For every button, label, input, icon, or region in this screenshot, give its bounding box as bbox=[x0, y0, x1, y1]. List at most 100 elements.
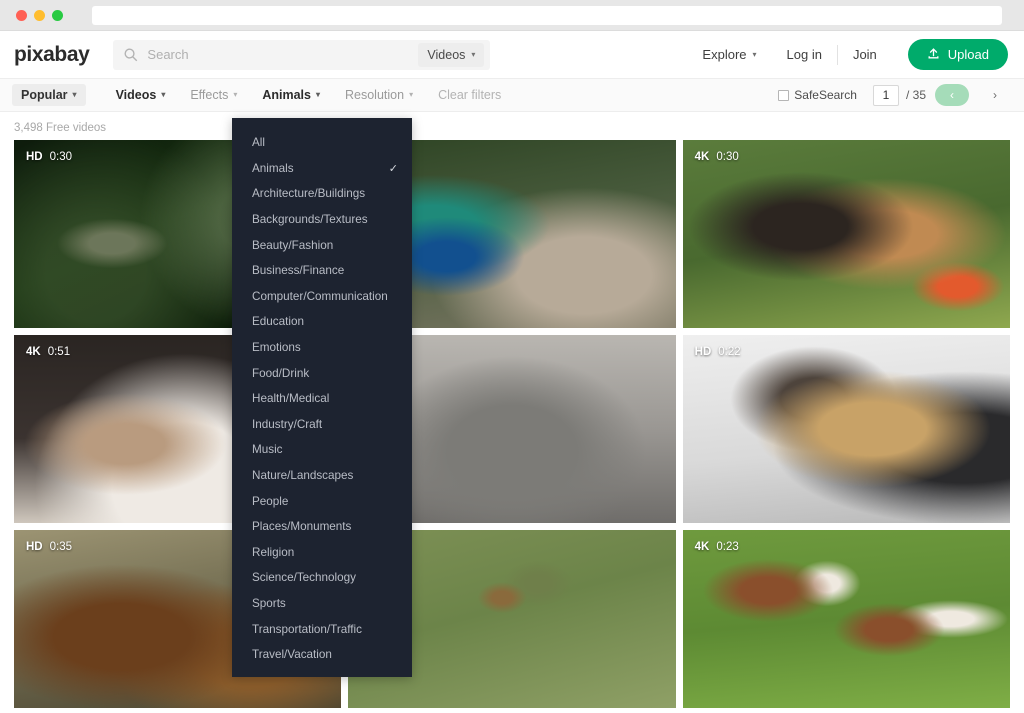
category-item-label: Science/Technology bbox=[252, 571, 356, 585]
upload-icon bbox=[927, 47, 940, 63]
chevron-left-icon: ‹ bbox=[950, 88, 954, 102]
grid-column-3: 4K 0:30 HD 0:22 4K 0:23 bbox=[682, 140, 1010, 708]
explore-label: Explore bbox=[702, 47, 747, 62]
join-link[interactable]: Join bbox=[838, 47, 892, 62]
filter-effects[interactable]: Effects ▾ bbox=[190, 88, 237, 102]
maximize-window-button[interactable] bbox=[52, 9, 63, 21]
category-item-label: Emotions bbox=[252, 341, 301, 355]
search-bar[interactable]: Videos ▾ bbox=[113, 39, 491, 70]
pixabay-logo[interactable]: pixabay bbox=[14, 43, 90, 67]
chevron-down-icon: ▾ bbox=[471, 49, 476, 59]
category-item-education[interactable]: Education bbox=[232, 309, 412, 335]
category-item-label: All bbox=[252, 136, 265, 150]
search-icon bbox=[123, 47, 138, 62]
category-item-label: Backgrounds/Textures bbox=[252, 213, 368, 227]
minimize-window-button[interactable] bbox=[34, 9, 45, 21]
filter-resolution-label: Resolution bbox=[345, 88, 405, 102]
filter-videos-label: Videos bbox=[115, 88, 157, 102]
video-card-dog-desk[interactable]: HD 0:22 bbox=[682, 335, 1010, 523]
category-item-label: Travel/Vacation bbox=[252, 648, 332, 662]
clear-filters-button[interactable]: Clear filters bbox=[438, 88, 501, 102]
filter-effects-label: Effects bbox=[190, 88, 229, 102]
window-controls[interactable] bbox=[10, 9, 63, 21]
category-item-label: Transportation/Traffic bbox=[252, 622, 362, 636]
category-item-architecture-buildings[interactable]: Architecture/Buildings bbox=[232, 181, 412, 207]
search-type-dropdown[interactable]: Videos ▾ bbox=[418, 42, 485, 67]
category-item-label: Nature/Landscapes bbox=[252, 469, 354, 483]
filter-videos[interactable]: Videos ▾ bbox=[116, 88, 166, 102]
category-item-places-monuments[interactable]: Places/Monuments bbox=[232, 514, 412, 540]
filter-popular-label: Popular bbox=[21, 88, 68, 102]
category-item-label: Places/Monuments bbox=[252, 520, 352, 534]
category-item-label: Architecture/Buildings bbox=[252, 187, 366, 201]
filter-animals[interactable]: Animals ▾ bbox=[262, 88, 320, 102]
video-card-cows[interactable]: 4K 0:23 bbox=[682, 530, 1010, 708]
check-icon: ✓ bbox=[388, 162, 398, 175]
video-card-puppies[interactable]: 4K 0:30 bbox=[682, 140, 1010, 328]
category-item-all[interactable]: All bbox=[232, 130, 412, 156]
category-item-label: Computer/Communication bbox=[252, 289, 388, 303]
results-count: 3,498 Free videos bbox=[14, 122, 107, 134]
category-item-science-technology[interactable]: Science/Technology bbox=[232, 565, 412, 591]
chevron-down-icon: ▾ bbox=[315, 90, 320, 99]
header-actions: Explore ▾ Log in Join Upload bbox=[687, 39, 1008, 70]
video-thumbnail bbox=[682, 140, 1010, 328]
previous-page-button[interactable]: ‹ bbox=[935, 84, 969, 106]
filter-popular[interactable]: Popular ▾ bbox=[12, 84, 86, 106]
category-item-religion[interactable]: Religion bbox=[232, 540, 412, 566]
category-item-people[interactable]: People bbox=[232, 488, 412, 514]
upload-button[interactable]: Upload bbox=[907, 39, 1008, 70]
chevron-down-icon: ▾ bbox=[409, 90, 414, 99]
chevron-down-icon: ▾ bbox=[233, 90, 238, 99]
total-pages-label: / 35 bbox=[905, 88, 926, 102]
category-item-label: Music bbox=[252, 443, 283, 457]
video-thumbnail bbox=[682, 335, 1010, 523]
category-item-label: Education bbox=[252, 315, 304, 329]
category-item-music[interactable]: Music bbox=[232, 437, 412, 463]
page-number-input[interactable] bbox=[872, 84, 899, 106]
category-item-computer-communication[interactable]: Computer/Communication bbox=[232, 284, 412, 310]
filter-resolution[interactable]: Resolution ▾ bbox=[345, 88, 413, 102]
chevron-down-icon: ▾ bbox=[752, 49, 757, 59]
video-results-grid: HD 0:30 4K 0:51 HD 0:35 4K 0:30 HD 0:22 … bbox=[0, 140, 1024, 708]
category-item-industry-craft[interactable]: Industry/Craft bbox=[232, 412, 412, 438]
close-window-button[interactable] bbox=[16, 9, 27, 21]
category-item-label: Business/Finance bbox=[252, 264, 345, 278]
search-input[interactable] bbox=[138, 47, 419, 62]
category-item-health-medical[interactable]: Health/Medical bbox=[232, 386, 412, 412]
category-item-label: Beauty/Fashion bbox=[252, 238, 334, 252]
site-header: pixabay Videos ▾ Explore ▾ Log in Join U bbox=[0, 31, 1024, 79]
category-item-sports[interactable]: Sports bbox=[232, 591, 412, 617]
category-item-label: Health/Medical bbox=[252, 392, 330, 406]
explore-menu[interactable]: Explore ▾ bbox=[687, 47, 771, 62]
address-bar[interactable] bbox=[92, 5, 1002, 25]
category-dropdown-menu[interactable]: All Animals ✓ Architecture/Buildings Backgro… bbox=[232, 118, 412, 678]
category-item-transportation-traffic[interactable]: Transportation/Traffic bbox=[232, 616, 412, 642]
category-item-business-finance[interactable]: Business/Finance bbox=[232, 258, 412, 284]
category-item-label: Animals bbox=[252, 161, 294, 175]
next-page-button[interactable]: › bbox=[978, 84, 1012, 106]
category-item-nature-landscapes[interactable]: Nature/Landscapes bbox=[232, 463, 412, 489]
category-item-animals[interactable]: Animals ✓ bbox=[232, 156, 412, 182]
pagination-controls: SafeSearch / 35 ‹ › bbox=[778, 84, 1012, 106]
chevron-down-icon: ▾ bbox=[72, 90, 77, 99]
video-thumbnail bbox=[682, 530, 1010, 708]
login-link[interactable]: Log in bbox=[772, 47, 837, 62]
category-item-label: Sports bbox=[252, 596, 286, 610]
filter-bar: Popular ▾ Videos ▾ Effects ▾ Animals ▾ R… bbox=[0, 79, 1024, 112]
category-item-food-drink[interactable]: Food/Drink bbox=[232, 360, 412, 386]
search-type-label: Videos bbox=[427, 47, 466, 62]
safesearch-checkbox[interactable] bbox=[778, 89, 790, 101]
category-item-emotions[interactable]: Emotions bbox=[232, 335, 412, 361]
category-item-label: Religion bbox=[252, 545, 295, 559]
category-item-travel-vacation[interactable]: Travel/Vacation bbox=[232, 642, 412, 668]
category-item-beauty-fashion[interactable]: Beauty/Fashion bbox=[232, 232, 412, 258]
chevron-down-icon: ▾ bbox=[161, 90, 166, 99]
chevron-right-icon: › bbox=[993, 88, 997, 102]
category-item-label: Industry/Craft bbox=[252, 417, 323, 431]
browser-chrome bbox=[0, 0, 1024, 31]
safesearch-label: SafeSearch bbox=[794, 88, 857, 102]
category-item-label: People bbox=[252, 494, 289, 508]
safesearch-toggle[interactable]: SafeSearch bbox=[778, 88, 857, 102]
category-item-backgrounds-textures[interactable]: Backgrounds/Textures bbox=[232, 207, 412, 233]
